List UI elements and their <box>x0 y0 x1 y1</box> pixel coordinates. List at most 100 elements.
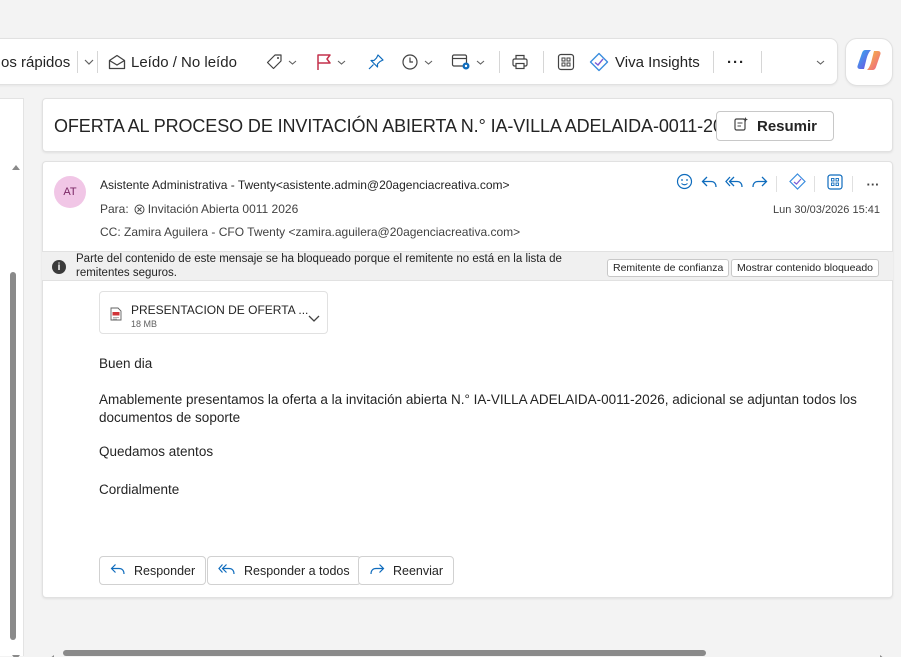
categorize-button[interactable] <box>265 39 297 85</box>
apps-button[interactable] <box>557 39 575 85</box>
snooze-button[interactable] <box>401 39 433 85</box>
toolbar-divider <box>761 51 762 73</box>
printer-icon <box>511 53 529 71</box>
summarize-label: Resumir <box>756 117 818 135</box>
show-blocked-content-button[interactable]: Mostrar contenido bloqueado <box>731 259 880 277</box>
actions-divider <box>814 176 815 192</box>
chevron-down-icon <box>424 60 433 65</box>
react-button[interactable] <box>673 173 695 195</box>
reply-label: Responder <box>134 563 196 578</box>
reply-action-button[interactable] <box>698 173 720 195</box>
ribbon-toolbar: os rápidos Leído / No leído Viva Insight… <box>0 38 838 85</box>
scroll-up-arrow[interactable] <box>12 157 20 170</box>
forward-icon <box>369 563 385 579</box>
toolbar-divider <box>499 51 500 73</box>
actions-divider <box>852 176 853 192</box>
attachment-name: PRESENTACION DE OFERTA ... <box>131 303 309 317</box>
recipient-line: Para: Invitación Abierta 0011 2026 <box>100 202 298 216</box>
chevron-down-icon[interactable] <box>308 309 320 327</box>
read-unread-label: Leído / No leído <box>131 53 237 71</box>
chevron-down-icon <box>816 60 825 65</box>
reply-button[interactable]: Responder <box>99 556 207 585</box>
more-options-button[interactable]: ··· <box>727 39 745 85</box>
attachment-card[interactable]: PRESENTACION DE OFERTA ... 18 MB <box>99 291 328 334</box>
reply-all-icon <box>218 563 236 579</box>
scroll-down-arrow[interactable] <box>12 648 20 657</box>
more-icon: ··· <box>866 176 880 192</box>
subject-header: OFERTA AL PROCESO DE INVITACIÓN ABIERTA … <box>42 98 893 152</box>
recipient-name[interactable]: Invitación Abierta 0011 2026 <box>148 202 299 216</box>
reply-all-label: Responder a todos <box>244 563 350 578</box>
viva-insights-icon <box>788 173 806 195</box>
body-paragraph-line1: Amablemente presentamos la oferta a la i… <box>99 392 857 407</box>
pdf-file-icon <box>110 307 122 326</box>
cc-line[interactable]: CC: Zamira Aguilera - CFO Twenty <zamira… <box>100 225 520 239</box>
scroll-left-arrow[interactable] <box>48 650 54 657</box>
rules-icon <box>451 53 471 71</box>
flag-icon <box>316 53 332 71</box>
banner-message: Parte del contenido de este mensaje se h… <box>76 253 562 279</box>
info-icon: i <box>52 260 66 274</box>
chevron-down-icon <box>476 60 485 65</box>
vertical-scrollbar-thumb[interactable] <box>10 272 16 640</box>
flag-button[interactable] <box>316 39 346 85</box>
viva-insights-icon <box>589 52 609 72</box>
tag-icon <box>265 53 283 71</box>
toolbar-divider <box>97 51 98 73</box>
viva-insights-label: Viva Insights <box>615 53 700 71</box>
reply-all-button[interactable]: Responder a todos <box>207 556 361 585</box>
message-more-button[interactable]: ··· <box>862 173 884 195</box>
reply-icon <box>110 563 126 579</box>
quick-steps-dropdown[interactable] <box>77 39 94 85</box>
message-actions: ··· <box>670 172 884 196</box>
forward-label: Reenviar <box>393 563 444 578</box>
clock-icon <box>401 53 419 71</box>
chevron-down-icon <box>288 60 297 65</box>
scroll-right-arrow[interactable] <box>880 650 886 657</box>
copilot-icon <box>856 48 882 77</box>
sender[interactable]: Asistente Administrativa - Twenty<asiste… <box>100 178 510 192</box>
toolbar-divider <box>713 51 714 73</box>
read-unread-button[interactable]: Leído / No leído <box>108 39 237 85</box>
envelope-open-icon <box>108 54 126 70</box>
pin-button[interactable] <box>367 39 385 85</box>
more-icon: ··· <box>727 53 745 71</box>
smiley-icon <box>676 173 693 195</box>
group-icon <box>134 204 145 215</box>
reply-all-icon <box>724 175 744 194</box>
to-label: Para: <box>100 202 129 216</box>
toolbar-divider <box>543 51 544 73</box>
body-greeting: Buen dia <box>99 356 153 371</box>
forward-icon <box>751 175 768 194</box>
chevron-down-icon <box>337 60 346 65</box>
body-closing-2: Cordialmente <box>99 482 180 497</box>
blocked-content-banner: i Parte del contenido de este mensaje se… <box>42 251 893 281</box>
quick-steps-label: os rápidos <box>1 53 71 71</box>
print-button[interactable] <box>511 39 529 85</box>
email-subject: OFERTA AL PROCESO DE INVITACIÓN ABIERTA … <box>54 116 743 136</box>
viva-action-button[interactable] <box>786 173 808 195</box>
chevron-down-icon <box>84 59 94 65</box>
reply-icon <box>701 175 718 194</box>
toolbar-expand-button[interactable] <box>816 39 825 85</box>
message-date: Lun 30/03/2026 15:41 <box>772 204 880 216</box>
body-paragraph-line2: documentos de soporte <box>99 410 241 425</box>
horizontal-scrollbar-thumb[interactable] <box>63 650 706 656</box>
summarize-icon <box>733 116 749 136</box>
summarize-button[interactable]: Resumir <box>716 111 834 141</box>
apps-grid-icon <box>827 173 843 195</box>
reply-all-action-button[interactable] <box>723 173 745 195</box>
forward-button[interactable]: Reenviar <box>358 556 455 585</box>
avatar[interactable]: AT <box>54 176 86 208</box>
copilot-button[interactable] <box>845 38 893 86</box>
apps-action-button[interactable] <box>824 173 846 195</box>
forward-action-button[interactable] <box>748 173 770 195</box>
trust-sender-button[interactable]: Remitente de confianza <box>607 259 730 277</box>
apps-grid-icon <box>557 53 575 71</box>
actions-divider <box>776 176 777 192</box>
quick-steps-button[interactable]: os rápidos <box>1 39 70 85</box>
rules-button[interactable] <box>451 39 485 85</box>
message-card: AT Asistente Administrativa - Twenty<asi… <box>42 161 893 598</box>
viva-insights-button[interactable]: Viva Insights <box>589 39 700 85</box>
pin-icon <box>367 53 385 71</box>
